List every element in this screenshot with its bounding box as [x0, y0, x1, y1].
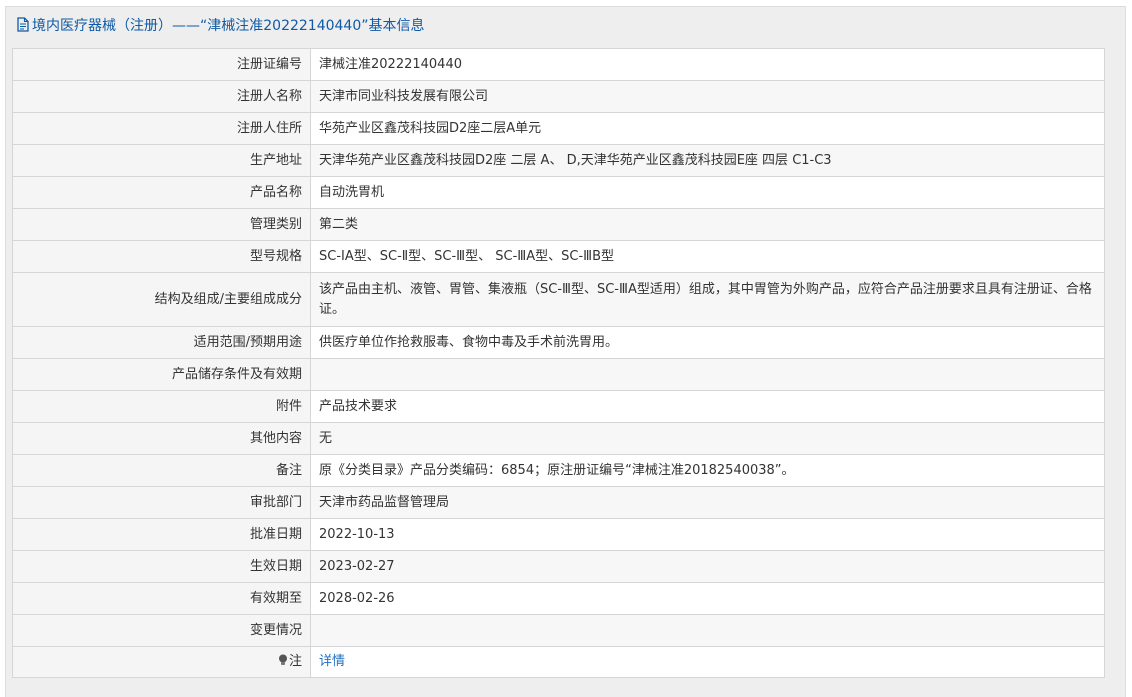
row-value: 原《分类目录》产品分类编码：6854；原注册证编号“津械注准2018254003… — [310, 454, 1105, 487]
row-value: SC-ⅠA型、SC-Ⅱ型、SC-Ⅲ型、 SC-ⅢA型、SC-ⅢB型 — [310, 240, 1105, 273]
row-value: 详情 — [310, 646, 1105, 678]
table-row: 备注 原《分类目录》产品分类编码：6854；原注册证编号“津械注准2018254… — [12, 454, 1105, 487]
row-label: 审批部门 — [12, 486, 311, 519]
row-label: 注册人名称 — [12, 80, 311, 113]
table-row: 产品名称 自动洗胃机 — [12, 176, 1105, 209]
table-row: 审批部门 天津市药品监督管理局 — [12, 486, 1105, 519]
row-value: 2023-02-27 — [310, 550, 1105, 583]
row-label: 其他内容 — [12, 422, 311, 455]
row-value — [310, 358, 1105, 391]
table-row: 其他内容 无 — [12, 422, 1105, 455]
row-label: 有效期至 — [12, 582, 311, 615]
row-label: 生产地址 — [12, 144, 311, 177]
row-label: 产品名称 — [12, 176, 311, 209]
row-label: 注册证编号 — [12, 48, 311, 81]
table-row: 注 详情 — [12, 646, 1105, 678]
page-title: 境内医疗器械（注册）——“津械注准20222140440”基本信息 — [32, 17, 425, 34]
row-label: 适用范围/预期用途 — [12, 326, 311, 359]
table-row: 产品储存条件及有效期 — [12, 358, 1105, 391]
panel-header: 境内医疗器械（注册）——“津械注准20222140440”基本信息 — [6, 7, 1125, 42]
details-link[interactable]: 详情 — [319, 654, 345, 669]
row-label: 注 — [288, 654, 302, 669]
document-icon — [16, 17, 30, 32]
row-label: 生效日期 — [12, 550, 311, 583]
row-label: 管理类别 — [12, 208, 311, 241]
row-value: 该产品由主机、液管、胃管、集液瓶（SC-Ⅲ型、SC-ⅢA型适用）组成，其中胃管为… — [310, 272, 1105, 327]
row-label: 附件 — [12, 390, 311, 423]
table-row: 有效期至 2028-02-26 — [12, 582, 1105, 615]
row-value: 天津市药品监督管理局 — [310, 486, 1105, 519]
table-row: 注册人住所 华苑产业区鑫茂科技园D2座二层A单元 — [12, 112, 1105, 145]
row-label: 型号规格 — [12, 240, 311, 273]
table-row: 变更情况 — [12, 614, 1105, 647]
row-label: 结构及组成/主要组成成分 — [12, 272, 311, 327]
table-row: 适用范围/预期用途 供医疗单位作抢救服毒、食物中毒及手术前洗胃用。 — [12, 326, 1105, 359]
table-row: 批准日期 2022-10-13 — [12, 518, 1105, 551]
row-label: 变更情况 — [12, 614, 311, 647]
row-value: 产品技术要求 — [310, 390, 1105, 423]
row-value: 第二类 — [310, 208, 1105, 241]
table-row: 管理类别 第二类 — [12, 208, 1105, 241]
row-value: 天津市同业科技发展有限公司 — [310, 80, 1105, 113]
row-value: 2028-02-26 — [310, 582, 1105, 615]
row-value: 供医疗单位作抢救服毒、食物中毒及手术前洗胃用。 — [310, 326, 1105, 359]
table-row: 注册人名称 天津市同业科技发展有限公司 — [12, 80, 1105, 113]
row-label: 备注 — [12, 454, 311, 487]
row-value: 华苑产业区鑫茂科技园D2座二层A单元 — [310, 112, 1105, 145]
row-value — [310, 614, 1105, 647]
row-value: 2022-10-13 — [310, 518, 1105, 551]
row-label: 产品储存条件及有效期 — [12, 358, 311, 391]
table-row: 生效日期 2023-02-27 — [12, 550, 1105, 583]
row-label: 批准日期 — [12, 518, 311, 551]
table-row: 型号规格 SC-ⅠA型、SC-Ⅱ型、SC-Ⅲ型、 SC-ⅢA型、SC-ⅢB型 — [12, 240, 1105, 273]
row-label: 注册人住所 — [12, 112, 311, 145]
row-value: 自动洗胃机 — [310, 176, 1105, 209]
table-row: 结构及组成/主要组成成分 该产品由主机、液管、胃管、集液瓶（SC-Ⅲ型、SC-Ⅲ… — [12, 272, 1105, 327]
table-row: 附件 产品技术要求 — [12, 390, 1105, 423]
note-label-cell: 注 — [12, 646, 311, 678]
lightbulb-icon — [278, 654, 288, 666]
row-value: 天津华苑产业区鑫茂科技园D2座 二层 A、 D,天津华苑产业区鑫茂科技园E座 四… — [310, 144, 1105, 177]
row-value: 津械注准20222140440 — [310, 48, 1105, 81]
info-table: 注册证编号 津械注准20222140440 注册人名称 天津市同业科技发展有限公… — [12, 48, 1105, 678]
row-value: 无 — [310, 422, 1105, 455]
table-row: 生产地址 天津华苑产业区鑫茂科技园D2座 二层 A、 D,天津华苑产业区鑫茂科技… — [12, 144, 1105, 177]
table-row: 注册证编号 津械注准20222140440 — [12, 48, 1105, 81]
